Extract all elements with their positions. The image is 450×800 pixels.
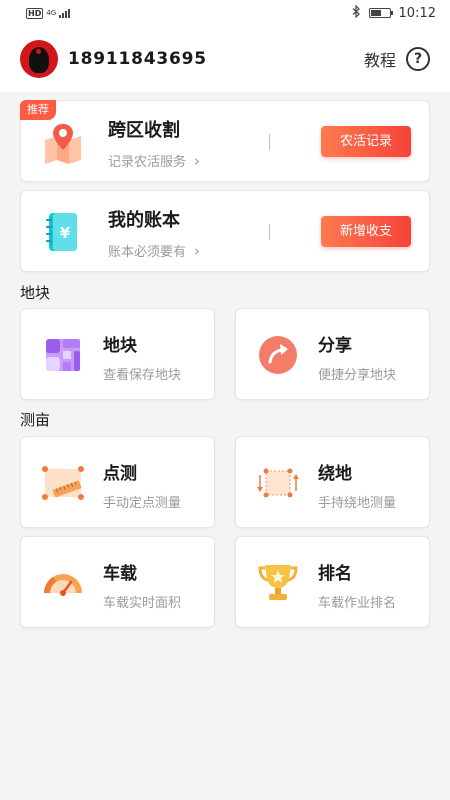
tutorial-label: 教程 — [363, 51, 396, 70]
tutorial-link[interactable]: 教程 ? — [364, 47, 430, 71]
status-right: 10:12 — [352, 4, 436, 22]
tile-plots-subtitle: 查看保存地块 — [103, 368, 182, 383]
tile-share-title: 分享 — [318, 336, 352, 356]
tile-ranking[interactable]: 排名 车载作业排名 — [235, 536, 430, 628]
walk-around-icon — [256, 461, 300, 505]
measure-section-label: 测亩 — [20, 411, 51, 429]
trophy-icon — [256, 561, 300, 605]
tile-vehicle-subtitle: 车载实时面积 — [103, 596, 182, 611]
divider — [269, 224, 270, 240]
speedometer-icon — [41, 561, 85, 605]
tile-ranking-subtitle: 车载作业排名 — [318, 596, 397, 611]
chevron-right-icon: › — [194, 241, 201, 260]
svg-text:¥: ¥ — [60, 224, 71, 242]
harvest-card[interactable]: 推荐 跨区收割 记录农活服务 › 农活记录 — [20, 100, 430, 182]
tile-walk-around-title: 绕地 — [318, 464, 352, 484]
bluetooth-icon — [352, 4, 361, 22]
status-time: 10:12 — [398, 5, 436, 21]
help-icon[interactable]: ? — [406, 47, 430, 71]
farm-record-button[interactable]: 农活记录 — [321, 126, 411, 157]
tile-walk-around[interactable]: 绕地 手持绕地测量 — [235, 436, 430, 528]
tile-plots[interactable]: 地块 查看保存地块 — [20, 308, 215, 400]
tile-walk-around-subtitle: 手持绕地测量 — [318, 496, 397, 511]
harvest-subtitle[interactable]: 记录农活服务 › — [108, 151, 201, 171]
header: 18911843695 教程 ? — [0, 26, 450, 92]
ruler-frame-icon — [41, 461, 85, 505]
harvest-title: 跨区收割 — [108, 120, 180, 141]
battery-icon — [368, 8, 393, 18]
tile-share-subtitle: 便捷分享地块 — [318, 368, 397, 383]
ledger-title: 我的账本 — [108, 210, 180, 231]
ledger-yen-icon: ¥ — [41, 210, 85, 254]
ledger-card[interactable]: ¥ 我的账本 账本必须要有 › 新增收支 — [20, 190, 430, 272]
ledger-subtitle[interactable]: 账本必须要有 › — [108, 241, 201, 261]
status-bar: HD 4G 10:12 — [0, 0, 450, 26]
recommend-badge: 推荐 — [20, 100, 56, 120]
chevron-right-icon: › — [194, 151, 201, 170]
tile-point-measure-subtitle: 手动定点测量 — [103, 496, 182, 511]
share-arrow-icon — [256, 333, 300, 377]
user-phone: 18911843695 — [68, 49, 207, 69]
tile-point-measure-title: 点测 — [103, 464, 137, 484]
divider — [269, 134, 270, 150]
add-income-expense-button[interactable]: 新增收支 — [321, 216, 411, 247]
tile-ranking-title: 排名 — [318, 564, 352, 584]
status-left: HD 4G — [26, 7, 71, 19]
tile-plots-title: 地块 — [103, 336, 137, 356]
plot-grid-icon — [41, 333, 85, 377]
tile-vehicle[interactable]: 车载 车载实时面积 — [20, 536, 215, 628]
tile-point-measure[interactable]: 点测 手动定点测量 — [20, 436, 215, 528]
user-info[interactable]: 18911843695 — [20, 40, 207, 78]
signal-icon — [59, 8, 71, 18]
hd-indicator: HD — [26, 7, 44, 19]
ledger-subtitle-text: 账本必须要有 — [108, 245, 187, 260]
tile-vehicle-title: 车载 — [103, 564, 137, 584]
tile-share[interactable]: 分享 便捷分享地块 — [235, 308, 430, 400]
map-pin-icon — [41, 120, 85, 164]
network-indicator: 4G — [46, 8, 57, 17]
plots-section-label: 地块 — [20, 284, 51, 302]
avatar[interactable] — [20, 40, 58, 78]
harvest-subtitle-text: 记录农活服务 — [108, 155, 187, 170]
